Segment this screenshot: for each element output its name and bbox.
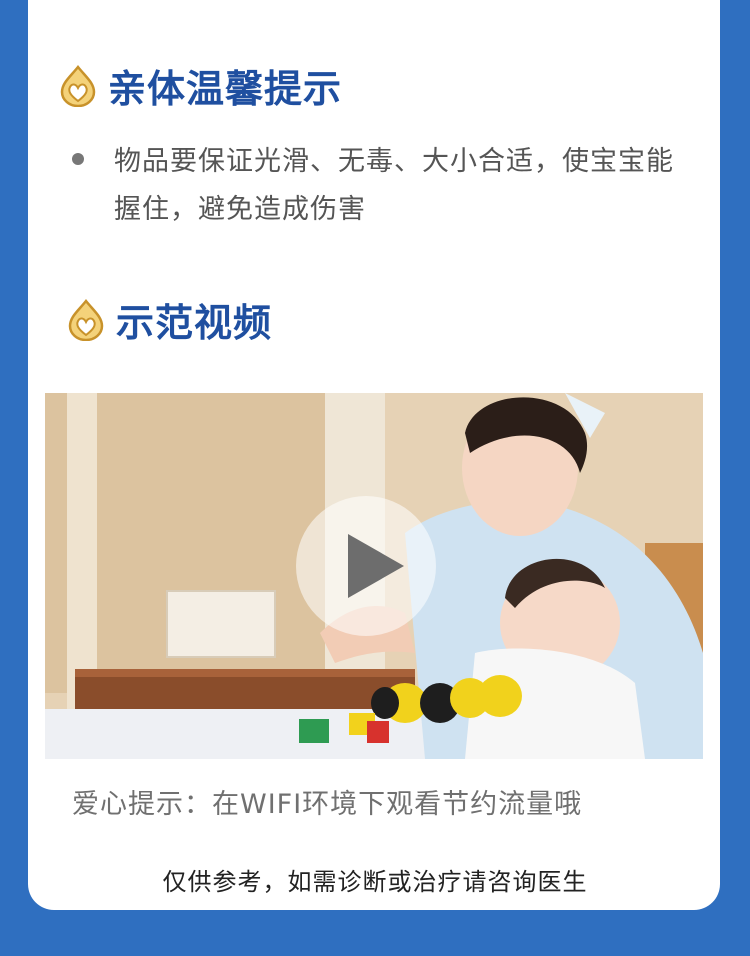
section-header-tips: 亲体温馨提示 bbox=[58, 58, 342, 113]
disclaimer-text: 仅供参考，如需诊断或治疗请咨询医生 bbox=[162, 868, 588, 896]
love-tip-text: 爱心提示：在WIFI环境下观看节约流量哦 bbox=[72, 789, 583, 820]
tip-text: 物品要保证光滑、无毒、大小合适，使宝宝能握住，避免造成伤害 bbox=[114, 146, 674, 225]
section-header-demo: 示范视频 bbox=[66, 292, 272, 347]
tip-list-item: 物品要保证光滑、无毒、大小合适，使宝宝能握住，避免造成伤害 bbox=[72, 138, 692, 234]
heart-drop-icon bbox=[66, 298, 106, 341]
heart-drop-icon bbox=[58, 64, 98, 107]
section-title-demo: 示范视频 bbox=[116, 301, 273, 345]
play-icon bbox=[348, 534, 404, 598]
play-button[interactable] bbox=[296, 496, 436, 636]
bullet-dot bbox=[72, 153, 84, 165]
demo-video-player[interactable] bbox=[45, 393, 703, 759]
section-title-tips: 亲体温馨提示 bbox=[108, 67, 343, 111]
